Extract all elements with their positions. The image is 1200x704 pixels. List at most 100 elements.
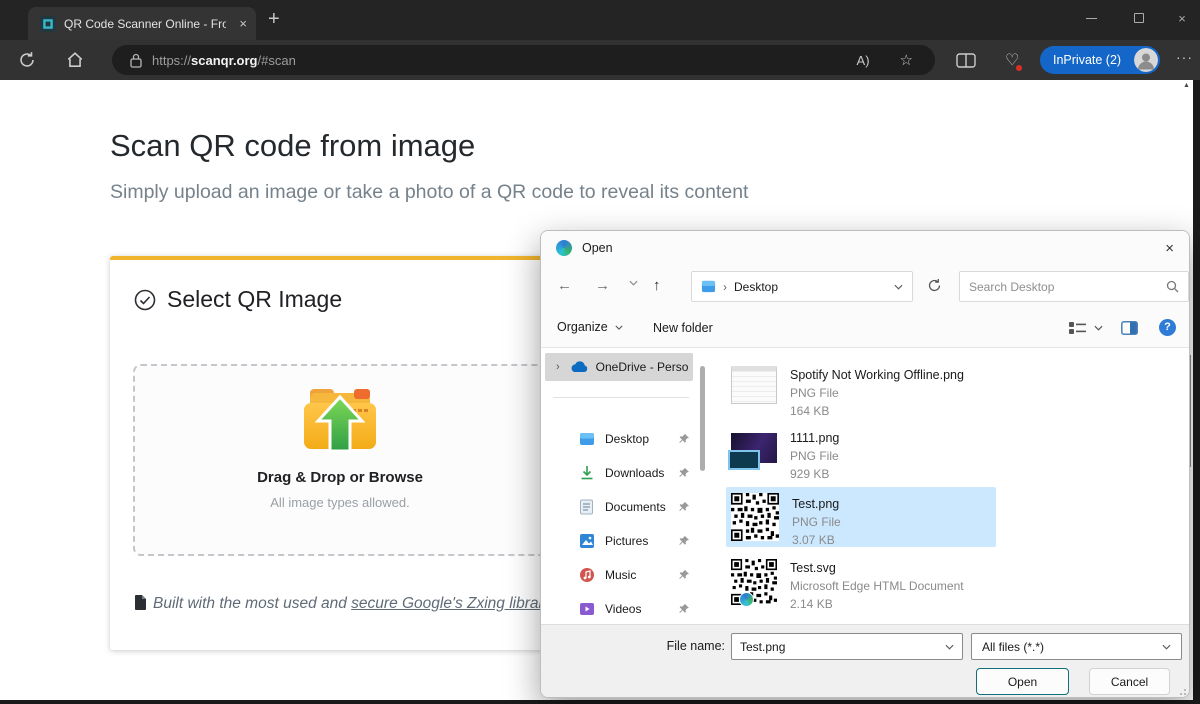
pin-icon — [678, 569, 690, 581]
avatar[interactable] — [1134, 48, 1158, 72]
file-row-selected[interactable]: Test.png PNG File 3.07 KB — [731, 493, 841, 549]
sidebar-item-desktop[interactable]: Desktop — [541, 422, 711, 456]
file-row[interactable]: Test.svg Microsoft Edge HTML Document 2.… — [731, 559, 964, 613]
dropzone-title: Drag & Drop or Browse — [135, 469, 545, 486]
organize-chevron-icon — [615, 325, 623, 330]
inprivate-label: InPrivate (2) — [1053, 53, 1121, 67]
maximize-button[interactable] — [1116, 0, 1162, 36]
nav-up-icon[interactable]: ↑ — [653, 277, 661, 294]
new-tab-button[interactable]: + — [268, 8, 280, 31]
card-footer-note: Built with the most used and secure Goog… — [134, 590, 558, 617]
breadcrumb-separator: › — [723, 280, 727, 294]
minimize-icon — [1086, 18, 1097, 19]
pictures-icon — [579, 533, 595, 549]
documents-icon — [579, 499, 594, 515]
sidebar-item-documents[interactable]: Documents — [541, 490, 711, 524]
inprivate-badge[interactable]: InPrivate (2) — [1040, 46, 1160, 74]
open-button[interactable]: Open — [976, 668, 1069, 695]
breadcrumb[interactable]: › Desktop — [691, 271, 913, 302]
nav-forward-icon[interactable]: → — [595, 277, 610, 294]
desktop-icon — [579, 431, 595, 447]
desktop-folder-icon — [701, 279, 716, 294]
onedrive-label: OneDrive - Perso — [596, 360, 689, 374]
help-icon[interactable]: ? — [1159, 319, 1176, 336]
browser-essentials-heart-icon[interactable]: ♡ — [1005, 50, 1019, 70]
page-subtitle: Simply upload an image or take a photo o… — [110, 181, 748, 204]
new-folder-button[interactable]: New folder — [653, 321, 713, 335]
window-close-icon: × — [1178, 11, 1186, 26]
browser-tab-strip: QR Code Scanner Online - From × + × — [0, 0, 1200, 40]
dialog-toolbar: Organize New folder ? — [541, 309, 1189, 348]
view-options-icon[interactable] — [1069, 321, 1086, 335]
favorites-star-icon[interactable]: ☆ — [900, 51, 913, 69]
browser-menu-icon[interactable]: ··· — [1176, 49, 1193, 65]
upload-folder-icon — [296, 379, 384, 461]
sidebar-item-pictures[interactable]: Pictures — [541, 524, 711, 558]
organize-button[interactable]: Organize — [557, 320, 623, 334]
file-name-chevron-icon[interactable] — [945, 644, 954, 650]
file-type-dropdown[interactable]: All files (*.*) — [971, 633, 1182, 660]
window-close-button[interactable]: × — [1164, 0, 1200, 36]
file-row[interactable]: 1111.png PNG File 929 KB — [731, 429, 839, 483]
zxing-library-link[interactable]: secure Google's Zxing library. — [351, 595, 554, 612]
file-list: Spotify Not Working Offline.png PNG File… — [716, 348, 1189, 624]
address-bar[interactable]: https://scanqr.org/#scan A) ☆ — [112, 45, 935, 75]
scrollbar-up-icon[interactable]: ▲ — [1183, 82, 1190, 89]
notification-dot — [1016, 65, 1022, 71]
check-circle-icon — [134, 289, 156, 311]
search-icon — [1166, 280, 1179, 293]
preview-pane-icon[interactable] — [1121, 321, 1138, 335]
dialog-body: › OneDrive - Perso Desktop Downloads — [541, 348, 1189, 624]
sidebar-item-onedrive[interactable]: › OneDrive - Perso — [545, 353, 693, 381]
file-thumbnail-qr-edge — [731, 559, 777, 605]
minimize-button[interactable] — [1068, 0, 1114, 36]
card-title-row: Select QR Image — [134, 286, 342, 313]
file-thumbnail-screenshot — [731, 366, 777, 404]
pin-icon — [678, 501, 690, 513]
browser-tab[interactable]: QR Code Scanner Online - From × — [28, 7, 256, 40]
reload-icon[interactable] — [18, 51, 36, 69]
music-icon — [579, 567, 595, 583]
nav-back-icon[interactable]: ← — [557, 277, 572, 294]
home-icon[interactable] — [66, 51, 84, 69]
file-name-combo[interactable] — [731, 633, 963, 660]
pin-icon — [678, 433, 690, 445]
site-favicon-qr-icon — [40, 16, 56, 32]
dialog-sidebar: › OneDrive - Perso Desktop Downloads — [541, 348, 713, 624]
breadcrumb-location[interactable]: Desktop — [734, 280, 778, 294]
breadcrumb-chevron-icon[interactable] — [894, 284, 903, 290]
view-options-chevron-icon[interactable] — [1094, 325, 1103, 331]
sidebar-item-downloads[interactable]: Downloads — [541, 456, 711, 490]
sidebar-item-music[interactable]: Music — [541, 558, 711, 592]
expand-chevron-icon[interactable]: › — [556, 361, 560, 373]
dialog-footer: File name: All files (*.*) Open Cancel — [541, 624, 1189, 698]
split-screen-icon[interactable] — [956, 53, 976, 68]
file-thumbnail-qr — [731, 493, 779, 541]
dialog-title-bar: Open × — [541, 231, 1189, 265]
read-aloud-icon[interactable]: A) — [857, 53, 870, 68]
dialog-title: Open — [582, 241, 613, 255]
footer-text: Built with the most used and — [153, 595, 351, 612]
dropzone-subtitle: All image types allowed. — [135, 495, 545, 510]
url-text: https://scanqr.org/#scan — [152, 53, 296, 68]
search-input[interactable] — [969, 280, 1166, 294]
dialog-close-icon[interactable]: × — [1165, 240, 1174, 257]
sidebar-scrollbar-thumb[interactable] — [700, 366, 705, 471]
file-row[interactable]: Spotify Not Working Offline.png PNG File… — [731, 366, 964, 420]
page-title: Scan QR code from image — [110, 128, 475, 164]
file-type-chevron-icon — [1162, 644, 1171, 650]
resize-grip[interactable] — [1178, 687, 1186, 695]
file-name-input[interactable] — [740, 640, 945, 654]
nav-recent-chevron-icon[interactable] — [629, 280, 638, 286]
sidebar-item-videos[interactable]: Videos — [541, 592, 711, 626]
cancel-button[interactable]: Cancel — [1089, 668, 1170, 695]
pin-icon — [678, 467, 690, 479]
refresh-icon[interactable] — [927, 278, 942, 293]
search-box[interactable] — [959, 271, 1189, 302]
tab-close-icon[interactable]: × — [239, 16, 247, 31]
open-file-dialog: Open × ← → ↑ › Desktop — [540, 230, 1190, 698]
upload-dropzone[interactable]: Drag & Drop or Browse All image types al… — [133, 364, 547, 556]
tab-title: QR Code Scanner Online - From — [64, 17, 226, 31]
sidebar-divider — [553, 397, 689, 398]
onedrive-cloud-icon — [570, 361, 588, 373]
